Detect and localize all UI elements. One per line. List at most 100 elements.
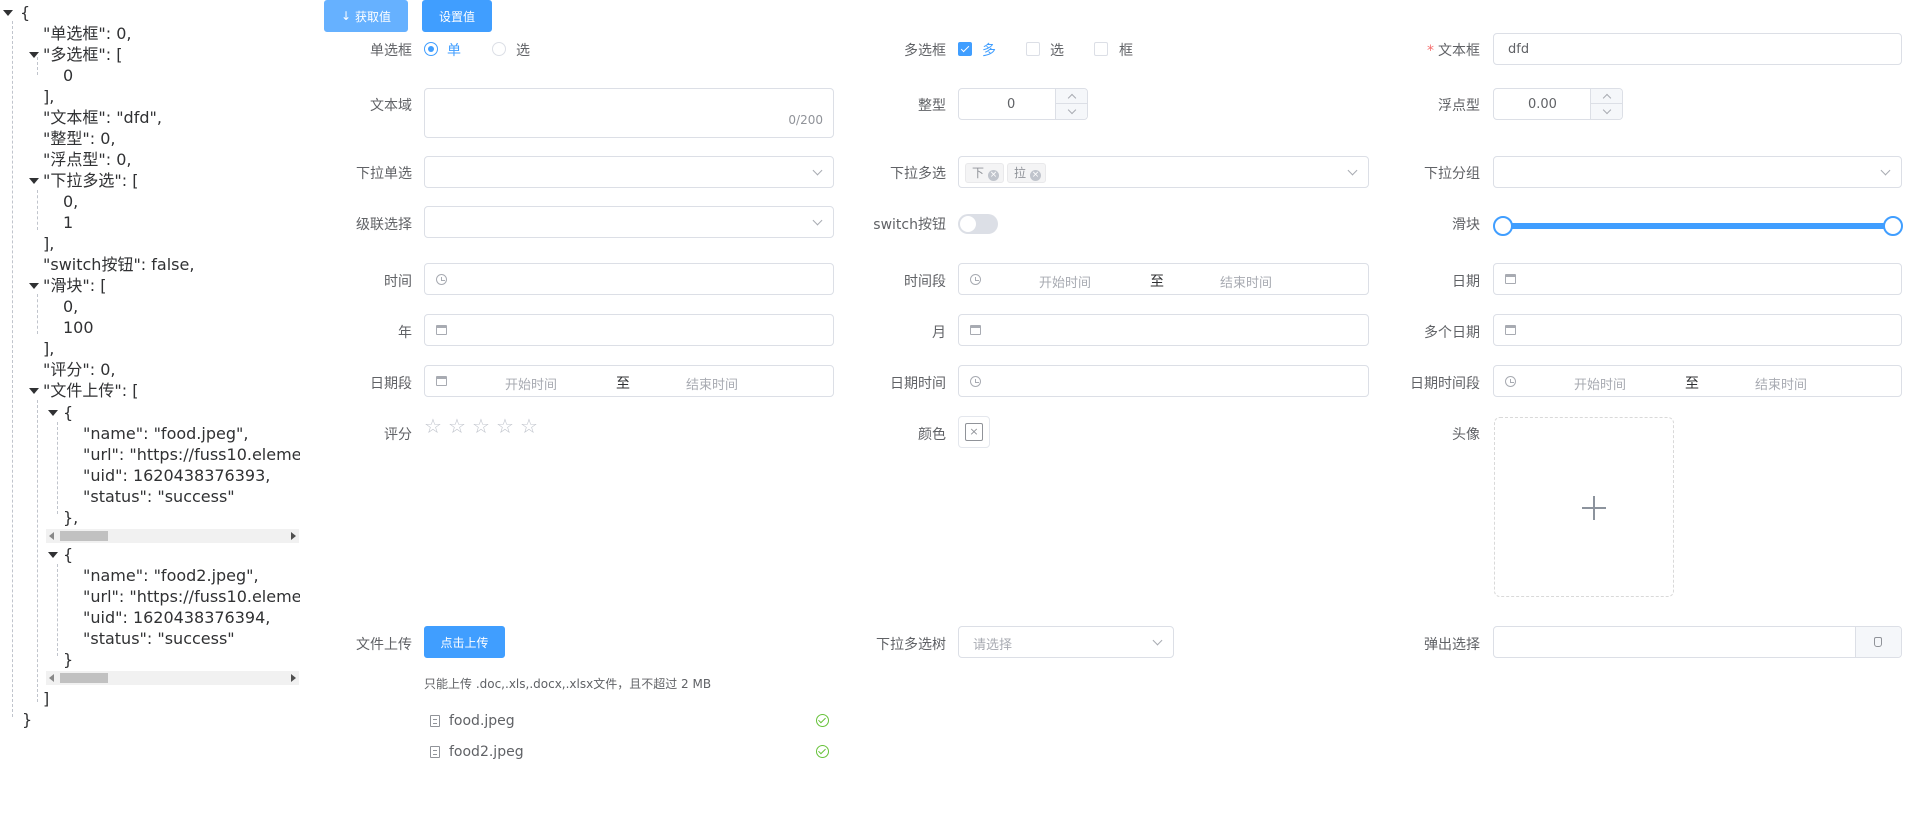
json-line: "文本框": "dfd", <box>43 108 162 127</box>
slider-handle-min[interactable] <box>1493 216 1513 236</box>
increase-icon[interactable] <box>1591 89 1623 104</box>
collapse-toggle-icon[interactable] <box>29 52 39 58</box>
date-range-picker[interactable]: 开始时间 至 结束时间 <box>424 365 834 397</box>
collapse-toggle-icon[interactable] <box>29 283 39 289</box>
scrollbar-thumb[interactable] <box>60 531 108 541</box>
popup-select-button[interactable] <box>1855 627 1901 657</box>
json-line: "uid": 1620438376394, <box>83 608 271 627</box>
switch-toggle[interactable] <box>958 214 998 234</box>
checkbox-option-1-label[interactable]: 多 <box>982 40 996 60</box>
checkbox-option-2[interactable] <box>1026 42 1040 56</box>
date-label: 日期 <box>1452 274 1480 290</box>
select-tag[interactable]: 下 × <box>965 163 1005 183</box>
time-range-label: 时间段 <box>904 274 946 290</box>
json-object-viewport[interactable]: "name": "food.jpeg", "url": "https://fus… <box>0 423 300 529</box>
textarea[interactable]: 0/200 <box>424 88 834 138</box>
checkbox-option-3-label[interactable]: 框 <box>1119 40 1133 60</box>
avatar-label: 头像 <box>1452 427 1480 443</box>
tree-select-label: 下拉多选树 <box>876 637 946 653</box>
popup-select[interactable] <box>1493 626 1902 658</box>
empty-color-icon: × <box>965 423 983 441</box>
upload-button[interactable]: 点击上传 <box>424 626 505 658</box>
float-stepper[interactable] <box>1590 89 1623 119</box>
select-tag[interactable]: 拉 × <box>1007 163 1047 183</box>
collapse-toggle-icon[interactable] <box>29 388 39 394</box>
year-label: 年 <box>398 325 412 341</box>
scrollbar-thumb[interactable] <box>60 673 108 683</box>
json-line: ], <box>43 339 55 358</box>
json-line: ] <box>43 689 50 708</box>
time-range-picker[interactable]: 开始时间 至 结束时间 <box>958 263 1369 295</box>
star-icon[interactable]: ☆ <box>472 416 490 436</box>
collapse-toggle-icon[interactable] <box>3 10 13 16</box>
json-line: }, <box>63 508 79 527</box>
multi-date-picker[interactable] <box>1493 314 1902 346</box>
checkbox-option-2-label[interactable]: 选 <box>1050 40 1064 60</box>
get-value-button[interactable]: ↓ 获取值 <box>324 0 408 32</box>
horizontal-scrollbar[interactable] <box>46 529 299 543</box>
date-picker[interactable] <box>1493 263 1902 295</box>
text-input[interactable]: dfd <box>1493 33 1902 65</box>
star-icon[interactable]: ☆ <box>448 416 466 436</box>
star-icon[interactable]: ☆ <box>496 416 514 436</box>
radio-option-2-label[interactable]: 选 <box>516 40 530 60</box>
select-group[interactable] <box>1493 156 1902 188</box>
scroll-left-arrow-icon[interactable] <box>49 674 54 682</box>
integer-stepper[interactable] <box>1055 89 1088 119</box>
range-separator: 至 <box>1150 274 1164 290</box>
json-line: 0, <box>63 192 79 211</box>
integer-input[interactable]: 0 <box>958 88 1088 120</box>
radio-option-2[interactable] <box>492 42 506 56</box>
month-label: 月 <box>932 325 946 341</box>
json-line: { <box>20 3 31 22</box>
uploaded-file-name[interactable]: food.jpeg <box>449 713 515 729</box>
clock-icon <box>970 274 981 285</box>
scroll-right-arrow-icon[interactable] <box>291 532 296 540</box>
chevron-down-icon <box>1152 635 1163 646</box>
avatar-uploader[interactable] <box>1494 417 1674 597</box>
time-picker[interactable] <box>424 263 834 295</box>
star-icon[interactable]: ☆ <box>424 416 442 436</box>
slider-track[interactable] <box>1502 223 1893 229</box>
upload-button-label: 点击上传 <box>440 635 489 650</box>
set-value-button[interactable]: 设置值 <box>422 0 492 32</box>
select-single-label: 下拉单选 <box>356 166 412 182</box>
slider-handle-max[interactable] <box>1883 216 1903 236</box>
color-picker[interactable]: × <box>958 416 990 448</box>
select-multi[interactable]: 下 × 拉 × <box>958 156 1369 188</box>
scroll-left-arrow-icon[interactable] <box>49 532 54 540</box>
collapse-toggle-icon[interactable] <box>48 410 58 416</box>
increase-icon[interactable] <box>1056 89 1088 104</box>
json-viewer: { "单选框": 0, "多选框": [ 0 ], "文本框": "dfd", … <box>0 0 300 760</box>
collapse-toggle-icon[interactable] <box>48 552 58 558</box>
tag-close-icon[interactable]: × <box>988 170 1000 181</box>
radio-option-1-label[interactable]: 单 <box>447 40 461 60</box>
scroll-right-arrow-icon[interactable] <box>291 674 296 682</box>
datetime-picker[interactable] <box>958 365 1369 397</box>
star-icon[interactable]: ☆ <box>520 416 538 436</box>
slider-label: 滑块 <box>1452 217 1480 233</box>
start-datetime-placeholder: 开始时间 <box>1574 378 1627 393</box>
json-object-viewport[interactable]: "name": "food2.jpeg", "url": "https://fu… <box>0 565 300 671</box>
datetime-range-label: 日期时间段 <box>1410 376 1480 392</box>
checkbox-option-3[interactable] <box>1094 42 1108 56</box>
uploaded-file-name[interactable]: food2.jpeg <box>449 744 524 760</box>
month-picker[interactable] <box>958 314 1369 346</box>
tag-close-icon[interactable]: × <box>1030 170 1042 181</box>
select-single[interactable] <box>424 156 834 188</box>
tree-select[interactable]: 请选择 <box>958 626 1174 658</box>
horizontal-scrollbar[interactable] <box>46 671 299 685</box>
json-line: { <box>63 545 74 564</box>
checkbox-option-1[interactable] <box>958 42 972 56</box>
radio-option-1[interactable] <box>424 42 438 56</box>
datetime-range-picker[interactable]: 开始时间 至 结束时间 <box>1493 365 1902 397</box>
collapse-toggle-icon[interactable] <box>29 178 39 184</box>
json-line: "评分": 0, <box>43 360 116 379</box>
integer-value: 0 <box>1007 97 1016 112</box>
float-input[interactable]: 0.00 <box>1493 88 1623 120</box>
cascader[interactable] <box>424 206 834 238</box>
color-label: 颜色 <box>918 427 946 443</box>
textarea-counter: 0/200 <box>788 113 823 127</box>
year-picker[interactable] <box>424 314 834 346</box>
json-line: "name": "food.jpeg", <box>83 424 249 443</box>
